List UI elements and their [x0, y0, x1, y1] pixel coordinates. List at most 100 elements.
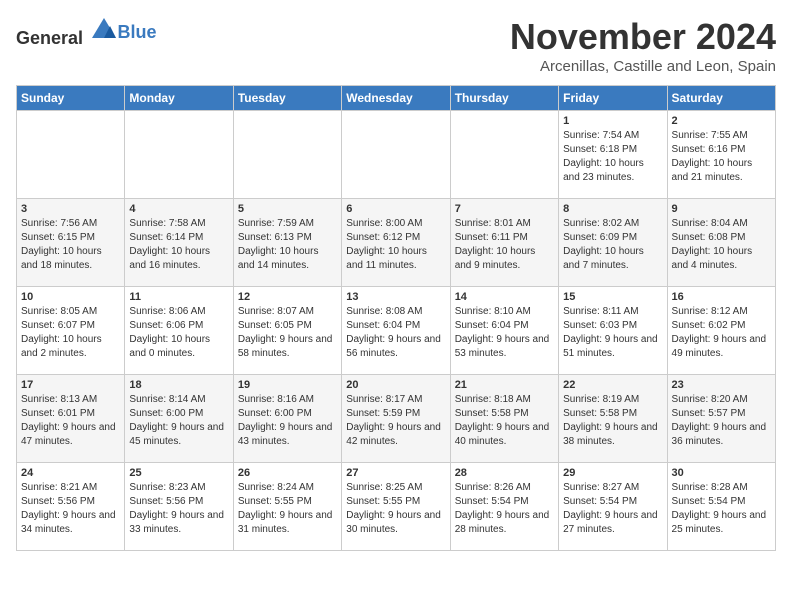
day-info: Sunrise: 8:05 AMSunset: 6:07 PMDaylight:… — [21, 305, 120, 361]
header: General Blue November 2024 Arcenillas, C… — [16, 16, 776, 75]
day-number: 13 — [346, 291, 445, 303]
day-number: 11 — [129, 291, 228, 303]
day-number: 20 — [346, 379, 445, 391]
day-number: 14 — [455, 291, 554, 303]
day-number: 23 — [672, 379, 771, 391]
day-number: 10 — [21, 291, 120, 303]
day-number: 3 — [21, 203, 120, 215]
logo-icon — [90, 16, 118, 44]
calendar-cell: 28 Sunrise: 8:26 AMSunset: 5:54 PMDayligh… — [450, 463, 558, 551]
week-row-4: 17 Sunrise: 8:13 AMSunset: 6:01 PMDayligh… — [17, 375, 776, 463]
day-info: Sunrise: 8:17 AMSunset: 5:59 PMDaylight:… — [346, 393, 445, 449]
day-info: Sunrise: 8:25 AMSunset: 5:55 PMDaylight:… — [346, 481, 445, 537]
day-number: 24 — [21, 467, 120, 479]
day-info: Sunrise: 8:21 AMSunset: 5:56 PMDaylight:… — [21, 481, 120, 537]
day-info: Sunrise: 8:13 AMSunset: 6:01 PMDaylight:… — [21, 393, 120, 449]
calendar-cell — [233, 111, 341, 199]
day-info: Sunrise: 8:12 AMSunset: 6:02 PMDaylight:… — [672, 305, 771, 361]
header-day-sunday: Sunday — [17, 86, 125, 111]
calendar-cell: 30 Sunrise: 8:28 AMSunset: 5:54 PMDayligh… — [667, 463, 775, 551]
header-day-wednesday: Wednesday — [342, 86, 450, 111]
day-number: 9 — [672, 203, 771, 215]
day-info: Sunrise: 7:59 AMSunset: 6:13 PMDaylight:… — [238, 217, 337, 273]
day-info: Sunrise: 8:18 AMSunset: 5:58 PMDaylight:… — [455, 393, 554, 449]
day-number: 5 — [238, 203, 337, 215]
logo-text-general: General — [16, 28, 83, 48]
day-info: Sunrise: 8:02 AMSunset: 6:09 PMDaylight:… — [563, 217, 662, 273]
day-number: 1 — [563, 115, 662, 127]
day-info: Sunrise: 7:56 AMSunset: 6:15 PMDaylight:… — [21, 217, 120, 273]
day-info: Sunrise: 8:26 AMSunset: 5:54 PMDaylight:… — [455, 481, 554, 537]
day-info: Sunrise: 8:27 AMSunset: 5:54 PMDaylight:… — [563, 481, 662, 537]
day-number: 17 — [21, 379, 120, 391]
calendar-cell: 16 Sunrise: 8:12 AMSunset: 6:02 PMDayligh… — [667, 287, 775, 375]
day-number: 30 — [672, 467, 771, 479]
calendar-cell: 5 Sunrise: 7:59 AMSunset: 6:13 PMDaylight… — [233, 199, 341, 287]
header-day-tuesday: Tuesday — [233, 86, 341, 111]
calendar-cell: 23 Sunrise: 8:20 AMSunset: 5:57 PMDayligh… — [667, 375, 775, 463]
calendar-cell: 27Sunrise: 8:25 AMSunset: 5:55 PMDayligh… — [342, 463, 450, 551]
calendar-cell: 1 Sunrise: 7:54 AMSunset: 6:18 PMDaylight… — [559, 111, 667, 199]
header-day-monday: Monday — [125, 86, 233, 111]
location-title: Arcenillas, Castille and Leon, Spain — [510, 58, 776, 75]
calendar-cell: 11 Sunrise: 8:06 AMSunset: 6:06 PMDayligh… — [125, 287, 233, 375]
title-area: November 2024 Arcenillas, Castille and L… — [510, 16, 776, 75]
day-info: Sunrise: 8:20 AMSunset: 5:57 PMDaylight:… — [672, 393, 771, 449]
calendar-cell: 19Sunrise: 8:16 AMSunset: 6:00 PMDayligh… — [233, 375, 341, 463]
day-info: Sunrise: 8:00 AMSunset: 6:12 PMDaylight:… — [346, 217, 445, 273]
calendar-cell: 8 Sunrise: 8:02 AMSunset: 6:09 PMDaylight… — [559, 199, 667, 287]
header-row: SundayMondayTuesdayWednesdayThursdayFrid… — [17, 86, 776, 111]
day-number: 22 — [563, 379, 662, 391]
day-info: Sunrise: 8:06 AMSunset: 6:06 PMDaylight:… — [129, 305, 228, 361]
day-info: Sunrise: 8:11 AMSunset: 6:03 PMDaylight:… — [563, 305, 662, 361]
day-info: Sunrise: 8:28 AMSunset: 5:54 PMDaylight:… — [672, 481, 771, 537]
calendar-cell: 2Sunrise: 7:55 AMSunset: 6:16 PMDaylight… — [667, 111, 775, 199]
day-info: Sunrise: 8:08 AMSunset: 6:04 PMDaylight:… — [346, 305, 445, 361]
day-number: 6 — [346, 203, 445, 215]
calendar-cell: 25Sunrise: 8:23 AMSunset: 5:56 PMDayligh… — [125, 463, 233, 551]
day-number: 28 — [455, 467, 554, 479]
calendar-cell: 12Sunrise: 8:07 AMSunset: 6:05 PMDayligh… — [233, 287, 341, 375]
day-info: Sunrise: 8:04 AMSunset: 6:08 PMDaylight:… — [672, 217, 771, 273]
calendar-cell: 20 Sunrise: 8:17 AMSunset: 5:59 PMDayligh… — [342, 375, 450, 463]
calendar-cell — [17, 111, 125, 199]
day-info: Sunrise: 7:54 AMSunset: 6:18 PMDaylight:… — [563, 129, 662, 185]
week-row-1: 1 Sunrise: 7:54 AMSunset: 6:18 PMDaylight… — [17, 111, 776, 199]
header-day-saturday: Saturday — [667, 86, 775, 111]
day-number: 2 — [672, 115, 771, 127]
day-number: 4 — [129, 203, 228, 215]
calendar-cell — [450, 111, 558, 199]
day-number: 25 — [129, 467, 228, 479]
day-number: 29 — [563, 467, 662, 479]
day-number: 15 — [563, 291, 662, 303]
calendar-cell — [342, 111, 450, 199]
calendar-cell: 10 Sunrise: 8:05 AMSunset: 6:07 PMDayligh… — [17, 287, 125, 375]
week-row-5: 24 Sunrise: 8:21 AMSunset: 5:56 PMDayligh… — [17, 463, 776, 551]
calendar-cell: 3 Sunrise: 7:56 AMSunset: 6:15 PMDaylight… — [17, 199, 125, 287]
calendar-cell: 15 Sunrise: 8:11 AMSunset: 6:03 PMDayligh… — [559, 287, 667, 375]
logo: General Blue — [16, 16, 157, 49]
day-number: 8 — [563, 203, 662, 215]
calendar-cell: 7Sunrise: 8:01 AMSunset: 6:11 PMDaylight… — [450, 199, 558, 287]
day-info: Sunrise: 8:19 AMSunset: 5:58 PMDaylight:… — [563, 393, 662, 449]
day-number: 12 — [238, 291, 337, 303]
header-day-thursday: Thursday — [450, 86, 558, 111]
day-number: 16 — [672, 291, 771, 303]
day-number: 7 — [455, 203, 554, 215]
calendar-cell: 17 Sunrise: 8:13 AMSunset: 6:01 PMDayligh… — [17, 375, 125, 463]
calendar-cell: 22 Sunrise: 8:19 AMSunset: 5:58 PMDayligh… — [559, 375, 667, 463]
week-row-3: 10 Sunrise: 8:05 AMSunset: 6:07 PMDayligh… — [17, 287, 776, 375]
calendar-cell: 14Sunrise: 8:10 AMSunset: 6:04 PMDayligh… — [450, 287, 558, 375]
calendar-cell — [125, 111, 233, 199]
calendar-table: SundayMondayTuesdayWednesdayThursdayFrid… — [16, 85, 776, 551]
header-day-friday: Friday — [559, 86, 667, 111]
calendar-cell: 26Sunrise: 8:24 AMSunset: 5:55 PMDayligh… — [233, 463, 341, 551]
calendar-cell: 9 Sunrise: 8:04 AMSunset: 6:08 PMDaylight… — [667, 199, 775, 287]
logo-text-blue: Blue — [118, 22, 157, 42]
calendar-cell: 13 Sunrise: 8:08 AMSunset: 6:04 PMDayligh… — [342, 287, 450, 375]
calendar-cell: 6 Sunrise: 8:00 AMSunset: 6:12 PMDaylight… — [342, 199, 450, 287]
month-title: November 2024 — [510, 16, 776, 58]
calendar-cell: 21Sunrise: 8:18 AMSunset: 5:58 PMDayligh… — [450, 375, 558, 463]
day-number: 26 — [238, 467, 337, 479]
calendar-cell: 4Sunrise: 7:58 AMSunset: 6:14 PMDaylight… — [125, 199, 233, 287]
